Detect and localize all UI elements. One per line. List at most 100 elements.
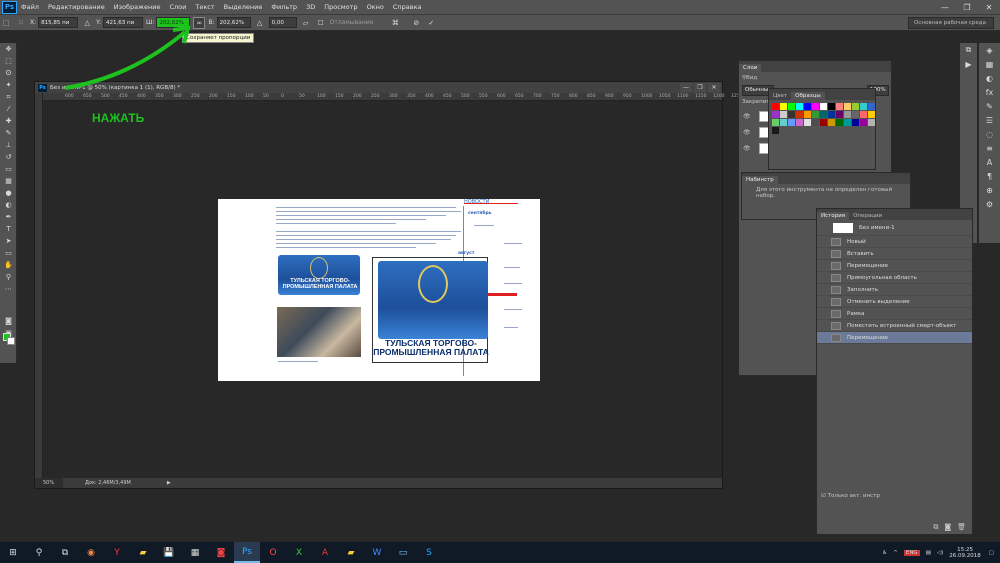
trash-icon[interactable]: 🗑	[957, 523, 966, 532]
color-swatch[interactable]	[868, 103, 875, 110]
color-swatch[interactable]	[860, 111, 867, 118]
color-swatch[interactable]	[772, 119, 779, 126]
color-swatch[interactable]	[828, 103, 835, 110]
history-item[interactable]: Прямоугольная область	[817, 272, 972, 284]
color-swatch[interactable]	[788, 119, 795, 126]
eye-icon[interactable]: 👁	[743, 145, 751, 152]
color-swatch[interactable]	[868, 111, 875, 118]
opera-icon[interactable]: O	[260, 542, 286, 563]
camera-icon[interactable]: ◙	[944, 523, 951, 532]
color-swatch[interactable]	[820, 111, 827, 118]
channels-panel-icon[interactable]: ≡	[979, 141, 1000, 155]
link-proportions-icon[interactable]: ∞	[193, 16, 206, 29]
height-field[interactable]: 202,62%	[216, 17, 251, 28]
color-swatch[interactable]	[820, 103, 827, 110]
color-swatch[interactable]	[804, 103, 811, 110]
path-select-icon[interactable]: ➤	[0, 235, 17, 247]
color-swatch[interactable]	[836, 103, 843, 110]
history-item[interactable]: Рамка	[817, 308, 972, 320]
history-item[interactable]: Отменить выделение	[817, 296, 972, 308]
minimize-icon[interactable]: —	[934, 0, 956, 15]
color-swatch[interactable]	[780, 119, 787, 126]
tray-expand-icon[interactable]: ^	[893, 550, 898, 556]
brush-tool-icon[interactable]: ✎	[0, 127, 17, 139]
monitor-icon[interactable]: ▭	[390, 542, 416, 563]
crop-tool-icon[interactable]: ⌗	[0, 91, 17, 103]
color-panel-icon[interactable]: ◈	[979, 43, 1000, 57]
language-indicator[interactable]: ENG	[903, 549, 920, 556]
brush-presets-icon[interactable]: ✎	[979, 99, 1000, 113]
volume-icon[interactable]: ◁)	[937, 550, 943, 556]
color-swatch[interactable]	[788, 111, 795, 118]
folder-icon[interactable]: ▰	[338, 542, 364, 563]
layer-kind-label[interactable]: Вид	[746, 75, 757, 81]
color-swatch[interactable]	[860, 103, 867, 110]
history-panel-icon[interactable]: ⧉	[960, 43, 977, 57]
maximize-icon[interactable]: ❐	[956, 0, 978, 15]
close-icon[interactable]: ✕	[978, 0, 1000, 15]
color-swatch[interactable]	[812, 119, 819, 126]
interpolation-checkbox[interactable]: ☐	[315, 17, 327, 29]
menu-window[interactable]: Окно	[367, 3, 384, 11]
more-tools-icon[interactable]: ⋯	[0, 283, 17, 295]
marquee-tool-icon[interactable]: ⬚	[0, 55, 17, 67]
canvas-page[interactable]: НОВОСТИ сентябрь август ТУЛЬСКАЯ ТОРГОВО…	[218, 199, 540, 381]
color-swatch[interactable]	[796, 119, 803, 126]
lasso-tool-icon[interactable]: ʘ	[0, 67, 17, 79]
eye-icon[interactable]: 👁	[743, 129, 751, 136]
menu-image[interactable]: Изображение	[114, 3, 161, 11]
history-item[interactable]: Вставить	[817, 248, 972, 260]
paths-panel-icon[interactable]: ◌	[979, 127, 1000, 141]
color-swatch[interactable]	[804, 111, 811, 118]
styles-panel-icon[interactable]: fx	[979, 85, 1000, 99]
menu-3d[interactable]: 3D	[306, 3, 315, 11]
cancel-transform-icon[interactable]: ⊘	[410, 17, 422, 29]
tab-actions[interactable]: Операции	[849, 212, 886, 220]
eyedropper-icon[interactable]: ⁄	[0, 103, 17, 115]
menu-layers[interactable]: Слои	[169, 3, 186, 11]
yandex-icon[interactable]: Y	[104, 542, 130, 563]
skew-icon[interactable]: ▱	[300, 17, 312, 29]
photoshop-taskbar-icon[interactable]: Ps	[234, 542, 260, 563]
color-swatch[interactable]	[828, 111, 835, 118]
color-swatch[interactable]	[804, 119, 811, 126]
reference-point-icon[interactable]: ⁙	[15, 17, 27, 29]
gradient-icon[interactable]: ▦	[0, 175, 17, 187]
color-swatch[interactable]	[772, 103, 779, 110]
tool-presets-icon[interactable]: ⚙	[979, 197, 1000, 211]
menu-filter[interactable]: Фильтр	[271, 3, 297, 11]
menu-view[interactable]: Просмотр	[324, 3, 357, 11]
color-swatch[interactable]	[852, 119, 859, 126]
history-item[interactable]: Перемещение	[817, 260, 972, 272]
calculator-icon[interactable]: ▦	[182, 542, 208, 563]
healing-brush-icon[interactable]: ✚	[0, 115, 17, 127]
pen-tool-icon[interactable]: ✒	[0, 211, 17, 223]
paragraph-panel-icon[interactable]: ¶	[979, 169, 1000, 183]
blur-tool-icon[interactable]: ●	[0, 187, 17, 199]
network-icon[interactable]: ▤	[926, 550, 931, 556]
adjustments-panel-icon[interactable]: ◐	[979, 71, 1000, 85]
color-swatch[interactable]	[852, 103, 859, 110]
menu-edit[interactable]: Редактирование	[48, 3, 105, 11]
workspace-select[interactable]: Основная рабочая среда	[908, 17, 994, 29]
color-swatch[interactable]	[868, 119, 875, 126]
checkbox-icon[interactable]: ☑	[821, 493, 828, 499]
save-icon[interactable]: 💾	[156, 542, 182, 563]
zoom-tool-icon[interactable]: ⚲	[0, 271, 17, 283]
color-swatch[interactable]	[860, 119, 867, 126]
move-tool-icon[interactable]: ✥	[0, 43, 17, 55]
menu-help[interactable]: Справка	[393, 3, 422, 11]
history-brush-icon[interactable]: ↺	[0, 151, 17, 163]
clock[interactable]: 15:25 26.09.2018	[949, 547, 981, 559]
doc-minimize-icon[interactable]: —	[680, 83, 692, 92]
clone-source-icon[interactable]: ⊕	[979, 183, 1000, 197]
menu-select[interactable]: Выделение	[224, 3, 263, 11]
history-item[interactable]: Новый	[817, 236, 972, 248]
chrome-icon[interactable]: ◉	[78, 542, 104, 563]
tab-swatches[interactable]: Образцы	[791, 92, 825, 100]
color-swatch[interactable]	[788, 103, 795, 110]
color-swatch[interactable]	[844, 103, 851, 110]
camera-app-icon[interactable]: ◙	[208, 542, 234, 563]
color-swatch[interactable]	[820, 119, 827, 126]
properties-panel-icon[interactable]: ☰	[979, 113, 1000, 127]
